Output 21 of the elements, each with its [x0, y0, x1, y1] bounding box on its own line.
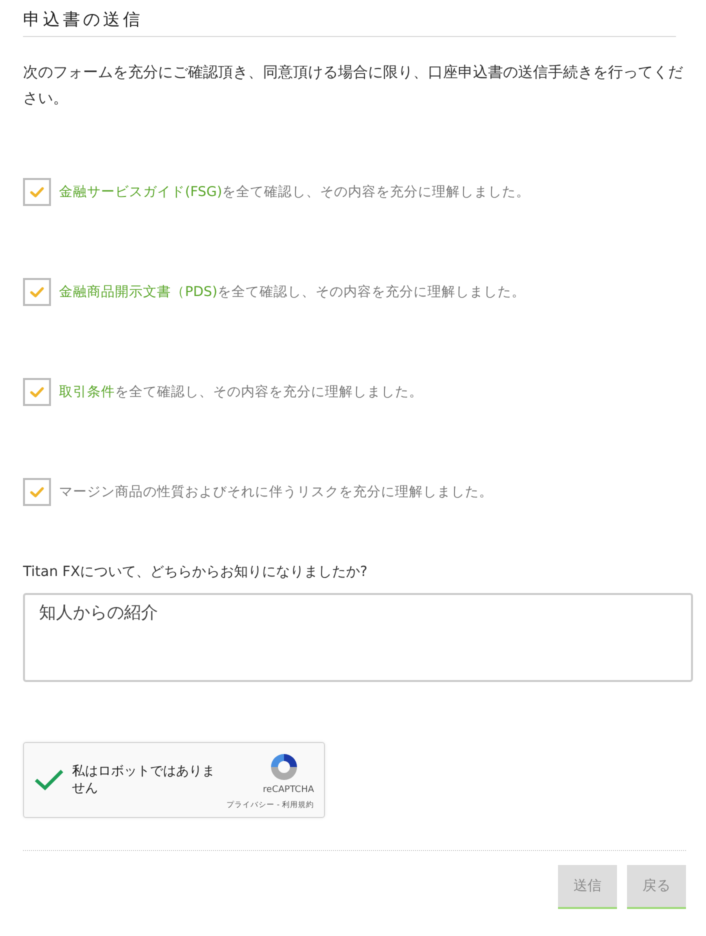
answer-field[interactable]: 知人からの紹介 [23, 593, 693, 682]
checkbox[interactable] [23, 178, 51, 206]
document-link[interactable]: 金融商品開示文書（PDS) [59, 284, 218, 300]
checkbox[interactable] [23, 478, 51, 506]
agreement-text: マージン商品の性質およびそれに伴うリスクを充分に理解しました。 [59, 483, 493, 502]
intro-text: 次のフォームを充分にご確認頂き、同意頂ける場合に限り、口座申込書の送信手続きを行ってください。 [23, 62, 683, 110]
agreement-text: 金融商品開示文書（PDS)を全て確認し、その内容を充分に理解しました。 [59, 283, 526, 302]
question-label: Titan FXについて、どちらからお知りになりましたか? [23, 563, 368, 582]
check-icon [30, 286, 44, 298]
captcha-label: 私はロボットではありません [72, 763, 216, 798]
agreement-text: 金融サービスガイド(FSG)を全て確認し、その内容を充分に理解しました。 [59, 183, 530, 202]
captcha-brand: reCAPTCHA [262, 784, 314, 798]
check-icon [30, 386, 44, 398]
document-link[interactable]: 取引条件 [59, 384, 115, 400]
checkbox[interactable] [23, 278, 51, 306]
check-icon [30, 186, 44, 198]
page-title: 申込書の送信 [23, 10, 676, 38]
document-link[interactable]: 金融サービスガイド(FSG) [59, 184, 222, 200]
check-icon [30, 486, 44, 498]
checkbox[interactable] [23, 378, 51, 406]
agreement-text: 取引条件を全て確認し、その内容を充分に理解しました。 [59, 383, 423, 402]
